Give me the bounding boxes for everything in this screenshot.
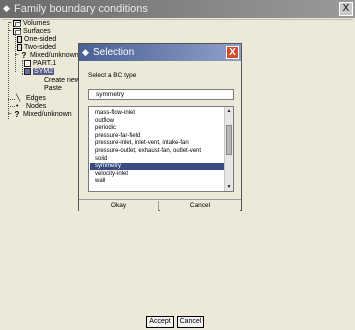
tree-item-create-new[interactable]: Create new [44, 77, 80, 85]
list-option[interactable]: symmetry [90, 163, 224, 171]
list-option[interactable]: pressure-outlet, exhaust-fan, outlet-ven… [95, 148, 225, 155]
list-option[interactable]: solid [95, 156, 225, 163]
tree-connector [22, 60, 23, 74]
scroll-down-arrow-icon[interactable]: ▼ [225, 183, 233, 191]
collapse-toggle-icon[interactable]: − [13, 52, 20, 59]
volume-icon [13, 20, 21, 27]
window-title: Family boundary conditions [14, 3, 148, 15]
selection-dialog: ◆ Selection X Select a BC type symmetry … [78, 43, 242, 211]
tree-item-paste[interactable]: Paste [44, 85, 62, 93]
bc-type-input[interactable]: symmetry [88, 89, 234, 100]
scroll-thumb[interactable] [226, 125, 232, 155]
tree-item-one-sided[interactable]: One-sided [17, 36, 56, 44]
question-mark-icon: ? [21, 51, 27, 60]
surface-icon [13, 28, 21, 35]
tree-item-mixed-unknown-bottom[interactable]: −? Mixed/unknown [6, 110, 71, 119]
dialog-prompt: Select a BC type [88, 72, 137, 79]
part-icon [24, 68, 31, 75]
dialog-cancel-button[interactable]: Cancel [160, 201, 240, 211]
dialog-close-button[interactable]: X [226, 46, 239, 59]
two-sided-icon [17, 44, 22, 51]
part-icon [24, 60, 31, 67]
list-option[interactable]: mass-flow-inlet [95, 110, 225, 117]
diamond-icon: ◆ [3, 3, 10, 13]
dialog-button-bar: Okay Cancel [79, 199, 241, 211]
tree-item-volumes[interactable]: − Volumes [6, 20, 50, 28]
window-close-button[interactable]: X [339, 2, 353, 16]
one-sided-icon [17, 36, 22, 43]
window-titlebar[interactable]: ◆ Family boundary conditions X [0, 0, 355, 18]
list-option[interactable]: pressure-far-field [95, 133, 225, 140]
tree-item-mixed-unknown-surfaces[interactable]: −? Mixed/unknown [13, 51, 78, 60]
list-option[interactable]: velocity-inlet [95, 171, 225, 178]
dialog-titlebar[interactable]: ◆ Selection X [79, 44, 241, 61]
scroll-up-arrow-icon[interactable]: ▲ [225, 107, 233, 115]
collapse-toggle-icon[interactable]: − [6, 111, 13, 118]
list-option[interactable]: periodic [95, 125, 225, 132]
tree-connector [8, 24, 9, 119]
tree-item-nodes[interactable]: • Nodes [16, 103, 46, 111]
tree-item-edges[interactable]: ╲ Edges [16, 95, 46, 103]
edge-icon: ╲ [16, 95, 21, 102]
list-option[interactable]: wall [95, 178, 225, 185]
list-option[interactable]: pressure-inlet, inlet-vent, intake-fan [95, 140, 225, 147]
tree-connector [8, 99, 15, 100]
collapse-toggle-icon[interactable]: − [6, 28, 13, 35]
tree-connector [8, 106, 15, 107]
bc-type-list[interactable]: mass-flow-inlet outflow periodic pressure-f… [88, 106, 234, 192]
question-mark-icon: ? [14, 110, 20, 119]
accept-button[interactable]: Accept [146, 316, 174, 328]
tree-item-part1[interactable]: PART.1 [24, 60, 56, 68]
tree-item-sym2[interactable]: SYM2 [24, 68, 55, 76]
diamond-icon: ◆ [82, 47, 89, 57]
cancel-button[interactable]: Cancel [177, 316, 204, 328]
okay-button[interactable]: Okay [79, 201, 159, 211]
tree-item-surfaces[interactable]: − Surfaces [6, 28, 51, 36]
node-dot-icon: • [16, 103, 19, 110]
list-option[interactable]: outflow [95, 118, 225, 125]
list-scrollbar[interactable]: ▲ ▼ [224, 107, 233, 191]
collapse-toggle-icon[interactable]: − [6, 20, 13, 27]
dialog-title: Selection [93, 47, 135, 58]
